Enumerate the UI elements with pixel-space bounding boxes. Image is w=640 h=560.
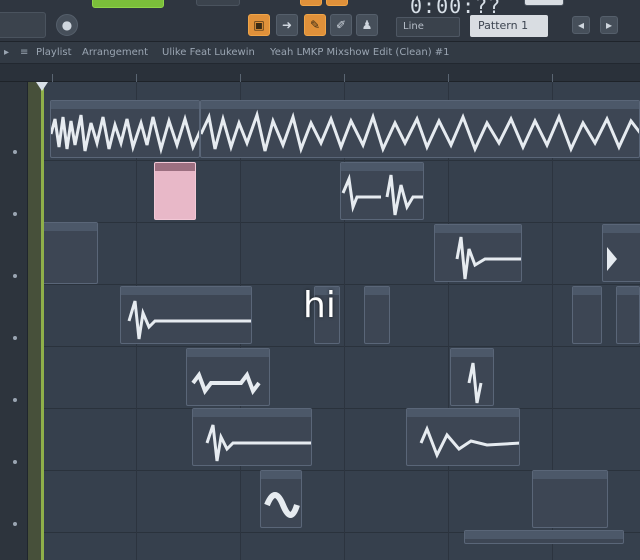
track-marker-icon bbox=[13, 274, 17, 278]
pattern-next-icon[interactable]: ▸ bbox=[600, 16, 618, 34]
track-header-column bbox=[0, 82, 28, 560]
pattern-select[interactable]: Pattern 1 bbox=[470, 15, 548, 37]
loop-icon[interactable] bbox=[300, 0, 322, 6]
audio-clip[interactable] bbox=[260, 470, 302, 528]
arrow-icon: ▸ bbox=[4, 47, 10, 58]
audio-clip[interactable] bbox=[120, 286, 252, 344]
track-marker-icon bbox=[13, 150, 17, 154]
audio-clip[interactable] bbox=[364, 286, 390, 344]
track-marker-icon bbox=[13, 398, 17, 402]
record-icon[interactable]: ● bbox=[56, 14, 78, 36]
breadcrumb-item[interactable]: Arrangement bbox=[82, 47, 148, 58]
audio-clip[interactable] bbox=[434, 224, 522, 282]
breadcrumb-item[interactable]: Ulike Feat Lukewin bbox=[162, 47, 255, 58]
audio-clip[interactable] bbox=[154, 162, 196, 220]
metronome-icon[interactable] bbox=[326, 0, 348, 6]
breadcrumb-item[interactable]: Playlist bbox=[36, 47, 72, 58]
tempo-display[interactable] bbox=[196, 0, 240, 6]
track-marker-icon bbox=[13, 212, 17, 216]
timeline-ruler[interactable] bbox=[0, 64, 640, 82]
audio-clip[interactable] bbox=[450, 348, 494, 406]
snap-select[interactable]: Line bbox=[396, 17, 460, 37]
track-marker-icon bbox=[13, 460, 17, 464]
snap-magnet-icon[interactable]: ▣ bbox=[248, 14, 270, 36]
audio-clip[interactable] bbox=[340, 162, 424, 220]
playhead[interactable] bbox=[41, 82, 44, 560]
breadcrumb-item[interactable]: Yeah LMKP Mixshow Edit (Clean) #1 bbox=[270, 47, 450, 58]
playlist-grid[interactable] bbox=[28, 82, 640, 560]
audio-clip[interactable] bbox=[192, 408, 312, 466]
audio-clip[interactable] bbox=[572, 286, 602, 344]
audio-clip[interactable] bbox=[464, 530, 624, 544]
audio-clip[interactable] bbox=[186, 348, 270, 406]
cpu-meter bbox=[524, 0, 564, 6]
arrow-icon[interactable]: ➜ bbox=[276, 14, 298, 36]
window-menu-icon[interactable]: ≡ bbox=[20, 47, 28, 58]
overlay-caption: hi bbox=[303, 285, 336, 326]
audio-clip[interactable] bbox=[532, 470, 608, 528]
track-marker-icon bbox=[13, 336, 17, 340]
brush-icon[interactable]: ✎ bbox=[304, 14, 326, 36]
audio-clip[interactable] bbox=[200, 100, 640, 158]
stamp-icon[interactable]: ♟ bbox=[356, 14, 378, 36]
pattern-mode-icon[interactable] bbox=[92, 0, 164, 8]
song-position-panel[interactable] bbox=[0, 12, 46, 38]
audio-clip[interactable] bbox=[406, 408, 520, 466]
top-toolbar: ● ▣ ➜ ✎ ✐ ♟ 0:00:?? Line Pattern 1 ◂ ▸ bbox=[0, 0, 640, 42]
pencil-icon[interactable]: ✐ bbox=[330, 14, 352, 36]
audio-clip[interactable] bbox=[602, 224, 640, 282]
pattern-prev-icon[interactable]: ◂ bbox=[572, 16, 590, 34]
playhead-marker-icon[interactable] bbox=[36, 82, 48, 91]
track-marker-icon bbox=[13, 522, 17, 526]
breadcrumb: ▸ ≡ Playlist Arrangement Ulike Feat Luke… bbox=[0, 42, 640, 64]
audio-clip[interactable] bbox=[616, 286, 640, 344]
audio-clip[interactable] bbox=[50, 100, 200, 158]
